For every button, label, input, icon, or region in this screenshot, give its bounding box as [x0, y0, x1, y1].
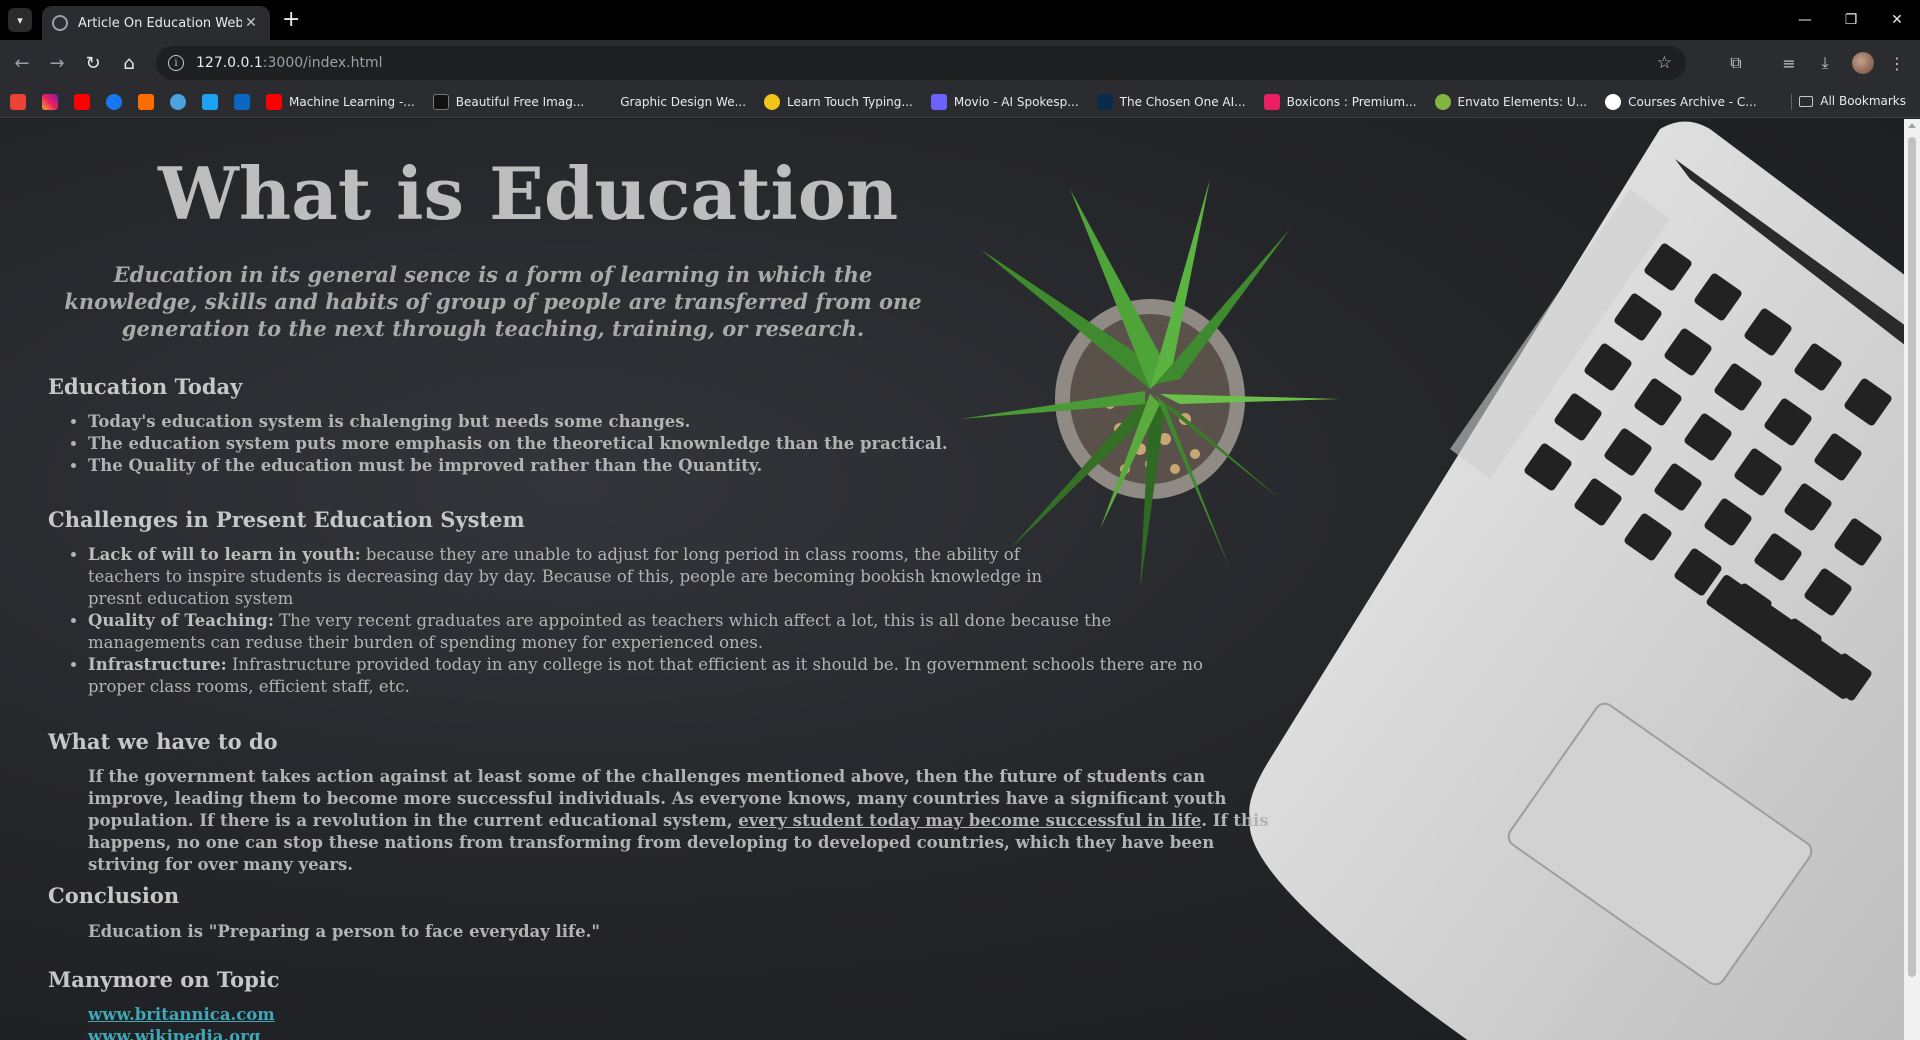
bookmark-item[interactable]: Movio - AI Spokesp... — [930, 93, 1079, 110]
bookmark-item[interactable]: Learn Touch Typing... — [764, 93, 913, 110]
scroll-up-arrow[interactable] — [1908, 123, 1916, 128]
britannica-link[interactable]: www.britannica.com — [88, 1005, 275, 1024]
bookmark-item[interactable]: Boxicons : Premium... — [1263, 93, 1417, 110]
minimize-button[interactable]: — — [1782, 0, 1828, 40]
app-icon[interactable] — [138, 93, 154, 110]
restore-button[interactable]: ❐ — [1828, 0, 1874, 40]
gmail-icon[interactable] — [10, 93, 26, 110]
section-heading-challenges: Challenges in Present Education System — [48, 507, 525, 532]
browser-toolbar: ← → ↻ ⌂ i 127.0.0.1:3000/index.html ☆ ⧉ … — [0, 40, 1920, 86]
todo-paragraph: If the government takes action against a… — [88, 767, 1269, 874]
divider — [1791, 94, 1792, 110]
section-heading-today: Education Today — [48, 374, 243, 399]
profile-avatar[interactable] — [1852, 52, 1874, 74]
bookmark-item[interactable]: Beautiful Free Imag... — [432, 93, 584, 110]
url-path: :3000/index.html — [262, 55, 383, 71]
linkedin-icon[interactable] — [234, 93, 250, 110]
laptop-image — [1249, 121, 1904, 1040]
minimize-icon: — — [1798, 12, 1812, 28]
site-info-icon[interactable]: i — [168, 55, 184, 71]
page-viewport: What is Education Education in its gener… — [0, 119, 1904, 1040]
extensions-icon[interactable]: ⧉ — [1725, 52, 1747, 74]
forward-button[interactable]: → — [45, 51, 69, 75]
bookmark-item[interactable]: Machine Learning -... — [266, 93, 415, 110]
chevron-down-icon: ▾ — [17, 13, 23, 27]
today-list: Today's education system is chalenging b… — [88, 411, 948, 477]
list-item: The education system puts more emphasis … — [88, 433, 948, 455]
list-item: Today's education system is chalenging b… — [88, 411, 948, 433]
vertical-scrollbar[interactable] — [1904, 119, 1920, 1040]
download-icon[interactable]: ⤓ — [1814, 52, 1836, 74]
tab-search-button[interactable]: ▾ — [8, 8, 32, 32]
home-button[interactable]: ⌂ — [117, 51, 141, 75]
boxicons-icon — [1263, 93, 1280, 110]
all-bookmarks-button[interactable]: All Bookmarks — [1799, 94, 1906, 108]
address-bar[interactable]: i 127.0.0.1:3000/index.html ☆ — [156, 46, 1686, 80]
media-control-icon[interactable]: ≡ — [1778, 52, 1800, 74]
scrollbar-thumb[interactable] — [1908, 137, 1916, 977]
active-tab[interactable]: Article On Education Website ✕ — [42, 6, 270, 40]
movio-icon — [930, 93, 947, 110]
twitter-icon[interactable] — [202, 93, 218, 110]
page-title: What is Education — [158, 151, 899, 236]
close-icon: ✕ — [1891, 12, 1903, 28]
section-heading-todo: What we have to do — [48, 729, 278, 754]
bookmarks-bar: Machine Learning -... Beautiful Free Ima… — [0, 86, 1920, 118]
challenges-list: Lack of will to learn in youth: because … — [88, 544, 1218, 698]
section-heading-conclusion: Conclusion — [48, 883, 180, 908]
courses-icon — [1605, 93, 1622, 110]
ai-icon — [1096, 93, 1113, 110]
list-item: The Quality of the education must be imp… — [88, 455, 948, 477]
menu-icon[interactable]: ⋮ — [1886, 52, 1908, 74]
list-item: Quality of Teaching: The very recent gra… — [88, 610, 1168, 654]
instagram-icon[interactable] — [42, 93, 58, 110]
reload-button[interactable]: ↻ — [81, 51, 105, 75]
wikipedia-link[interactable]: www.wikipedia.org — [88, 1027, 260, 1040]
section-heading-more: Manymore on Topic — [48, 967, 280, 992]
conclusion-paragraph: Education is "Preparing a person to face… — [88, 922, 600, 941]
term: Lack of will to learn in youth: — [88, 545, 361, 564]
list-item: Lack of will to learn in youth: because … — [88, 544, 1068, 610]
restore-icon: ❐ — [1844, 12, 1858, 28]
close-icon[interactable]: ✕ — [242, 15, 260, 31]
tab-title: Article On Education Website — [78, 15, 242, 31]
bookmark-item[interactable]: The Chosen One AI... — [1096, 93, 1246, 110]
list-item: Infrastructure: Infrastructure provided … — [88, 654, 1218, 698]
arrow-right-icon: → — [49, 52, 65, 74]
home-icon: ⌂ — [123, 52, 135, 74]
description: Infrastructure provided today in any col… — [88, 655, 1203, 696]
bookmark-item[interactable]: Graphic Design We... — [620, 95, 746, 109]
youtube-icon — [266, 93, 282, 110]
success-link[interactable]: every student today may become successfu… — [738, 811, 1201, 830]
bookmark-item[interactable]: Envato Elements: U... — [1434, 93, 1587, 110]
globe-icon — [52, 15, 68, 31]
facebook-icon[interactable] — [106, 93, 122, 110]
tab-bar: ▾ Article On Education Website ✕ + — ❐ ✕ — [0, 0, 1920, 40]
arrow-left-icon: ← — [14, 52, 30, 74]
close-window-button[interactable]: ✕ — [1874, 0, 1920, 40]
url-host: 127.0.0.1 — [196, 55, 263, 71]
youtube-icon[interactable] — [74, 93, 90, 110]
cloud-icon[interactable] — [170, 93, 186, 110]
envato-icon — [1434, 93, 1451, 110]
plus-icon: + — [282, 7, 301, 32]
lead-paragraph: Education in its general sence is a form… — [64, 262, 922, 341]
term: Infrastructure: — [88, 655, 227, 674]
camera-icon — [432, 93, 449, 110]
keyboard-icon — [764, 93, 781, 110]
back-button[interactable]: ← — [10, 51, 34, 75]
reload-icon: ↻ — [85, 52, 101, 74]
bookmark-item[interactable]: Courses Archive - C... — [1605, 93, 1757, 110]
folder-icon — [1799, 95, 1814, 107]
new-tab-button[interactable]: + — [282, 9, 300, 31]
bookmark-star-icon[interactable]: ☆ — [1657, 53, 1672, 73]
term: Quality of Teaching: — [88, 611, 274, 630]
